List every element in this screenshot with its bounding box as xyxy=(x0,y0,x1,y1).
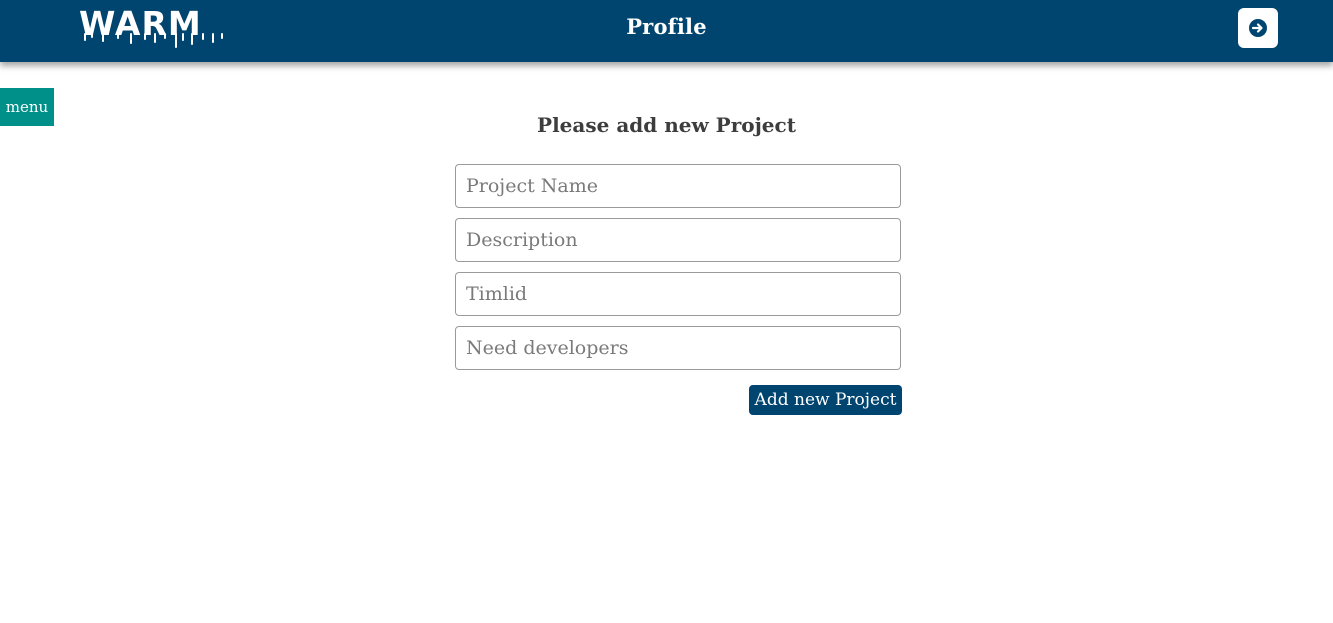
project-name-input[interactable] xyxy=(455,164,901,208)
timlid-input[interactable] xyxy=(455,272,901,316)
need-developers-input[interactable] xyxy=(455,326,901,370)
description-input[interactable] xyxy=(455,218,901,262)
top-navbar: WARM Profile xyxy=(0,0,1333,62)
add-new-project-button[interactable]: Add new Project xyxy=(749,385,902,415)
page-title: Profile xyxy=(626,14,707,39)
arrow-right-circle-icon xyxy=(1249,19,1267,37)
form-heading: Please add new Project xyxy=(537,113,796,137)
logout-button[interactable] xyxy=(1238,8,1278,48)
